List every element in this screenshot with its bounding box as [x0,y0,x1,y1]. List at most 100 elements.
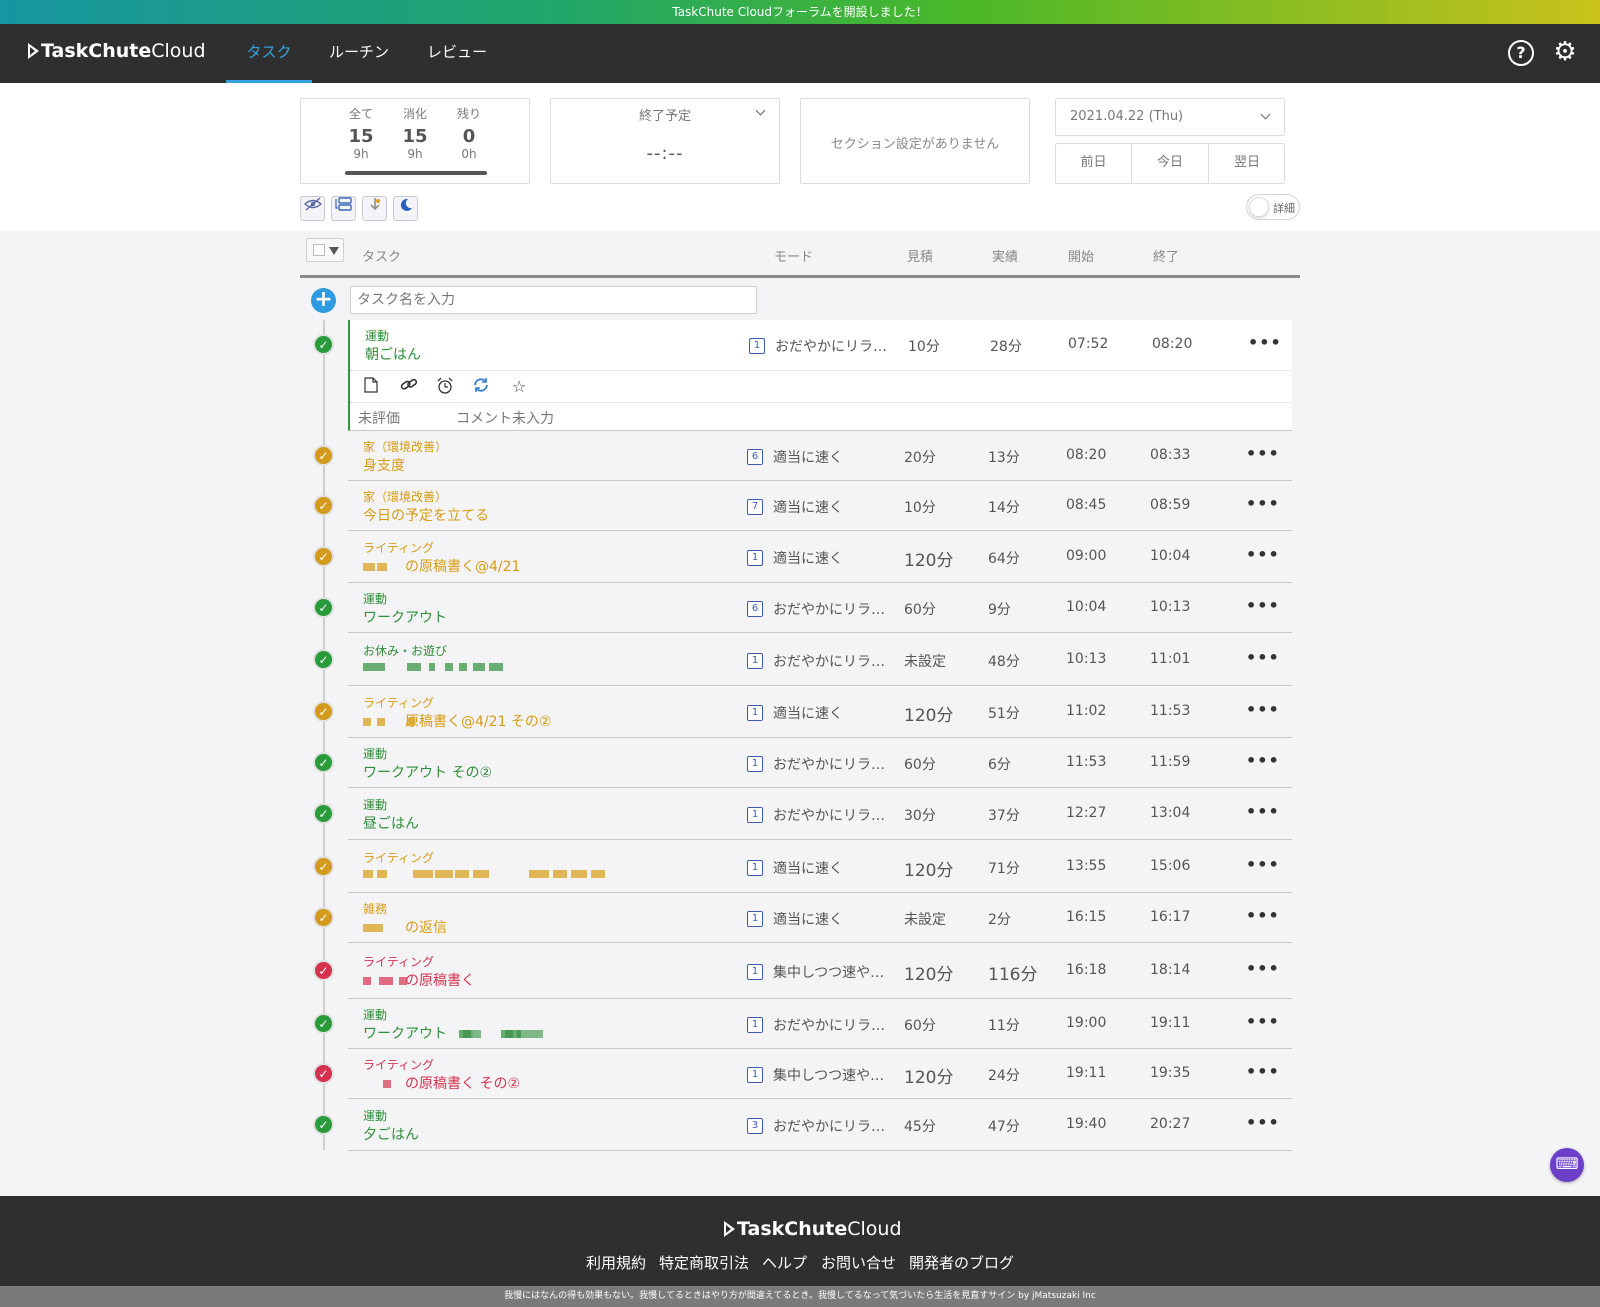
repeat-sync-icon[interactable] [472,377,490,397]
task-done-check-icon[interactable]: ✓ [313,495,334,516]
keyboard-shortcut-icon[interactable]: ⌨ [1550,1148,1584,1182]
footer-logo[interactable]: TaskChute Cloud [724,1218,902,1240]
task-start-time[interactable]: 08:20 [1066,447,1106,463]
task-row[interactable]: 運動 ワークアウト その② 1 おだやかにリラ… 60分 6分 11:53 11:59 ••• [348,738,1292,788]
task-row[interactable]: ライティング の原稿書く 1 集中しつつ速や… 120分 116分 16:18 18:14 ••… [348,943,1292,999]
task-actual[interactable]: 6分 [988,754,1011,774]
mode-number-badge[interactable]: 7 [747,499,763,515]
task-mode[interactable]: おだやかにリラ… [775,336,887,356]
task-actual[interactable]: 48分 [988,651,1020,671]
task-name-input[interactable] [350,286,757,314]
task-name[interactable]: 身支度 [363,455,405,475]
more-options-icon[interactable]: ••• [1246,1012,1280,1031]
task-row[interactable]: 運動 ワークアウト 6 おだやかにリラ… 60分 9分 10:04 10:13 ••• [348,583,1292,633]
task-name[interactable]: 原稿書く@4/21 その② [363,711,551,731]
task-start-time[interactable]: 10:13 [1066,651,1106,667]
task-mode[interactable]: 適当に速く [773,447,843,467]
mode-number-badge[interactable]: 1 [747,1017,763,1033]
checkbox-icon[interactable] [313,244,325,256]
task-start-time[interactable]: 19:40 [1066,1116,1106,1132]
task-row[interactable]: 運動 昼ごはん 1 おだやかにリラ… 30分 37分 12:27 13:04 ••• [348,788,1292,840]
task-mode[interactable]: 集中しつつ速や… [773,962,884,982]
mode-number-badge[interactable]: 1 [747,550,763,566]
task-done-check-icon[interactable]: ✓ [313,546,334,567]
task-estimate[interactable]: 120分 [904,960,953,985]
task-done-check-icon[interactable]: ✓ [313,597,334,618]
task-name[interactable]: 朝ごはん [365,344,421,364]
task-end-time[interactable]: 08:20 [1152,336,1192,352]
task-done-check-icon[interactable]: ✓ [313,960,334,981]
task-done-check-icon[interactable]: ✓ [313,445,334,466]
task-estimate[interactable]: 60分 [904,599,936,619]
section-view-icon[interactable] [331,196,356,221]
task-end-time[interactable]: 15:06 [1150,858,1190,874]
task-name[interactable]: ワークアウト [363,607,447,627]
task-row[interactable]: ライティング の原稿書く その② 1 集中しつつ速や… 120分 24分 19:11 19:3… [348,1049,1292,1099]
task-actual[interactable]: 116分 [988,960,1037,985]
task-row[interactable]: ライティング 原稿書く@4/21 その② 1 適当に速く 120分 51分 11:02 11:… [348,686,1292,738]
task-end-time[interactable]: 11:01 [1150,651,1190,667]
task-row[interactable]: ライティング 1 適当に速く 120分 71分 13:55 15:06 ••• [348,840,1292,893]
mode-number-badge[interactable]: 1 [749,338,765,354]
task-mode[interactable]: 適当に速く [773,497,843,517]
footer-link-help[interactable]: ヘルプ [762,1252,807,1273]
task-end-time[interactable]: 08:59 [1150,497,1190,513]
announcement-banner[interactable]: TaskChute Cloudフォーラムを開設しました！ [0,0,1600,24]
rating-select[interactable]: 未評価 [358,408,400,428]
task-estimate[interactable]: 120分 [904,856,953,881]
task-end-time[interactable]: 10:13 [1150,599,1190,615]
task-mode[interactable]: おだやかにリラ… [773,1015,885,1035]
task-start-time[interactable]: 10:04 [1066,599,1106,615]
task-end-time[interactable]: 20:27 [1150,1116,1190,1132]
more-options-icon[interactable]: ••• [1246,906,1280,925]
footer-link-contact[interactable]: お問い合せ [821,1252,896,1273]
task-mode[interactable]: 適当に速く [773,858,843,878]
mode-number-badge[interactable]: 1 [747,1067,763,1083]
task-actual[interactable]: 13分 [988,447,1020,467]
task-row[interactable]: ライティング の原稿書く@4/21 1 適当に速く 120分 64分 09:00 10:04 •… [348,531,1292,583]
task-row[interactable]: 運動 夕ごはん 3 おだやかにリラ… 45分 47分 19:40 20:27 ••• [348,1099,1292,1151]
task-name[interactable]: 夕ごはん [363,1124,419,1144]
mode-number-badge[interactable]: 1 [747,860,763,876]
task-mode[interactable]: おだやかにリラ… [773,1116,885,1136]
more-options-icon[interactable]: ••• [1246,751,1280,770]
footer-link-commerce[interactable]: 特定商取引法 [659,1252,749,1273]
note-icon[interactable] [364,377,378,397]
date-selector[interactable]: 2021.04.22 (Thu) [1055,98,1285,136]
mode-number-badge[interactable]: 1 [747,756,763,772]
end-plan-card[interactable]: 終了予定 --:-- [550,98,780,184]
task-end-time[interactable]: 11:59 [1150,754,1190,770]
task-done-check-icon[interactable]: ✓ [313,1063,334,1084]
task-start-time[interactable]: 11:53 [1066,754,1106,770]
more-options-icon[interactable]: ••• [1246,959,1280,978]
hide-done-icon[interactable] [300,196,325,221]
task-end-time[interactable]: 16:17 [1150,909,1190,925]
task-estimate[interactable]: 未設定 [904,651,946,671]
task-done-check-icon[interactable]: ✓ [313,701,334,722]
task-estimate[interactable]: 60分 [904,754,936,774]
task-end-time[interactable]: 10:04 [1150,548,1190,564]
more-options-icon[interactable]: ••• [1246,596,1280,615]
task-mode[interactable]: おだやかにリラ… [773,754,885,774]
task-row[interactable]: 家（環境改善） 今日の予定を立てる 7 適当に速く 10分 14分 08:45 08:59 ••… [348,481,1292,531]
task-start-time[interactable]: 11:02 [1066,703,1106,719]
task-mode[interactable]: 適当に速く [773,548,843,568]
task-start-time[interactable]: 19:00 [1066,1015,1106,1031]
today-button[interactable]: 今日 [1132,144,1209,184]
task-estimate[interactable]: 60分 [904,1015,936,1035]
app-logo[interactable]: TaskChute Cloud [28,40,206,62]
task-mode[interactable]: 適当に速く [773,909,843,929]
task-done-check-icon[interactable]: ✓ [313,1013,334,1034]
task-estimate[interactable]: 10分 [908,336,940,356]
task-estimate[interactable]: 120分 [904,701,953,726]
task-actual[interactable]: 71分 [988,858,1020,878]
night-mode-moon-icon[interactable] [393,196,418,221]
mode-number-badge[interactable]: 6 [747,601,763,617]
task-estimate[interactable]: 45分 [904,1116,936,1136]
task-actual[interactable]: 24分 [988,1065,1020,1085]
task-end-time[interactable]: 11:53 [1150,703,1190,719]
task-start-time[interactable]: 16:18 [1066,962,1106,978]
footer-link-terms[interactable]: 利用規約 [586,1252,646,1273]
task-start-time[interactable]: 07:52 [1068,336,1108,352]
mode-number-badge[interactable]: 3 [747,1118,763,1134]
